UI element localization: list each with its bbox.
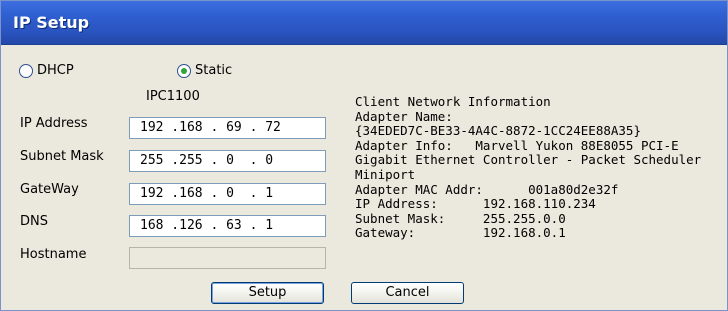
setup-button[interactable]: Setup <box>211 282 324 304</box>
static-radio-circle[interactable] <box>177 63 191 78</box>
hostname-label: Hostname <box>20 247 87 262</box>
ip-setup-window: IP Setup DHCP Static IPC1100 IP Address … <box>0 0 728 311</box>
static-radio[interactable]: Static <box>177 63 232 78</box>
title-bar: IP Setup <box>1 1 727 45</box>
subnet-mask-field[interactable]: 255 .255 . 0 . 0 <box>129 150 326 172</box>
device-name: IPC1100 <box>146 89 200 104</box>
client-info-line: Adapter Name: <box>355 108 453 124</box>
client-info-line: Miniport <box>355 166 416 182</box>
cancel-button[interactable]: Cancel <box>351 282 464 304</box>
dns-field[interactable]: 168 .126 . 63 . 1 <box>129 215 326 237</box>
window-title: IP Setup <box>13 13 90 32</box>
gateway-label: GateWay <box>20 182 79 197</box>
ip-address-field[interactable]: 192 .168 . 69 . 72 <box>129 117 326 139</box>
static-radio-label: Static <box>195 63 233 78</box>
client-network-info: Client Network Information Adapter Name:… <box>355 94 725 241</box>
dhcp-radio-circle[interactable] <box>19 63 33 78</box>
client-info-line: Gigabit Ethernet Controller - Packet Sch… <box>355 152 702 168</box>
ip-address-label: IP Address <box>20 116 88 131</box>
client-info-line: Subnet Mask: 255.255.0.0 <box>355 210 566 226</box>
gateway-field[interactable]: 192 .168 . 0 . 1 <box>129 183 326 205</box>
dhcp-radio[interactable]: DHCP <box>19 63 74 78</box>
dhcp-radio-label: DHCP <box>37 63 74 78</box>
client-info-heading: Client Network Information <box>355 94 551 109</box>
client-info-line: IP Address: 192.168.110.234 <box>355 196 596 212</box>
hostname-field[interactable] <box>129 247 326 269</box>
client-info-line: Adapter Info: Marvell Yukon 88E8055 PCI-… <box>355 137 679 153</box>
subnet-mask-label: Subnet Mask <box>20 149 104 164</box>
client-info-line: Gateway: 192.168.0.1 <box>355 225 566 241</box>
client-info-line: {34EDED7C-BE33-4A4C-8872-1CC24EE88A35} <box>355 123 641 139</box>
client-info-line: Adapter MAC Addr: 001a80d2e32f <box>355 181 619 197</box>
dns-label: DNS <box>20 214 48 229</box>
